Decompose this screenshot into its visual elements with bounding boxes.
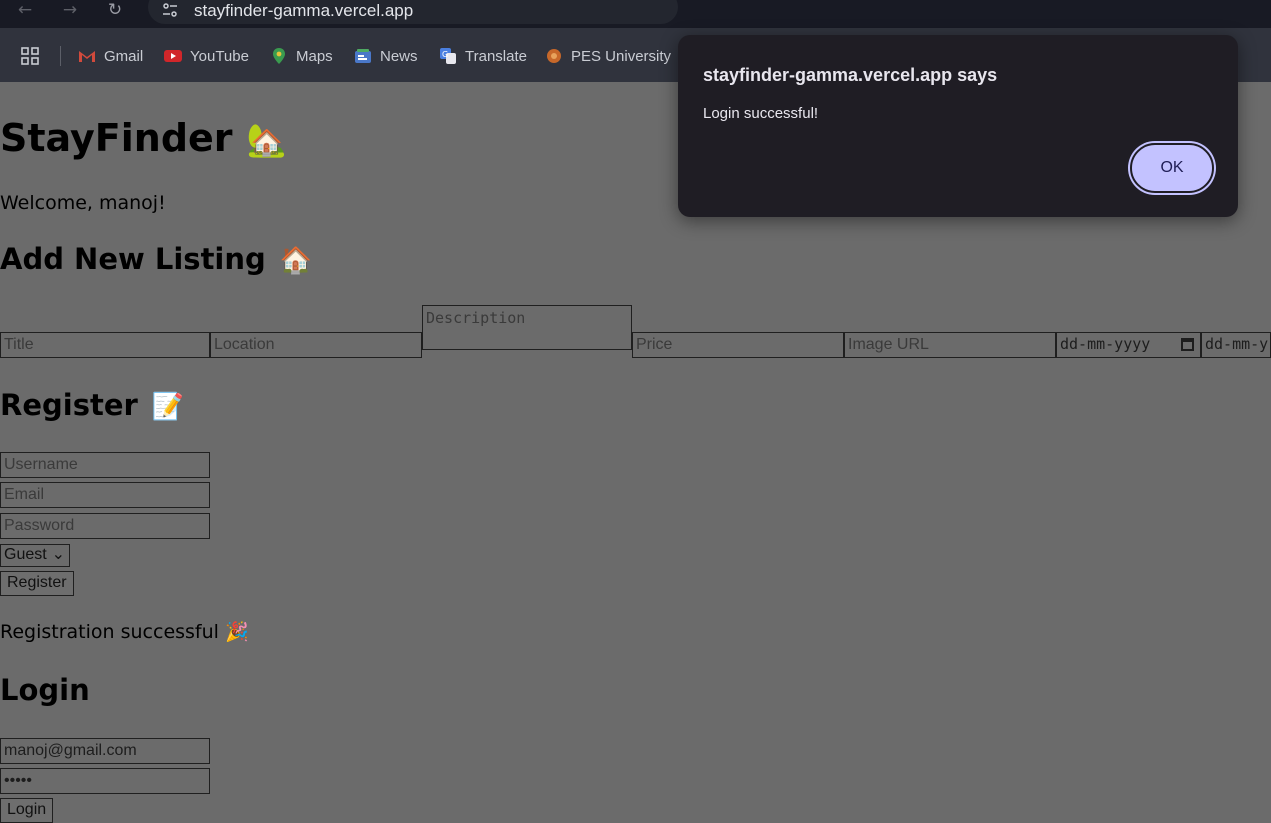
- role-select-value: Guest: [4, 546, 47, 563]
- calendar-icon[interactable]: [1181, 338, 1194, 351]
- date-placeholder: dd-mm-yyyy: [1060, 335, 1151, 353]
- login-heading: Login: [0, 673, 90, 707]
- brand-name: StayFinder: [0, 116, 233, 160]
- email-input[interactable]: Email: [0, 482, 210, 508]
- register-heading-text: Register: [0, 388, 138, 422]
- login-button[interactable]: Login: [0, 798, 54, 823]
- image-url-input[interactable]: Image URL: [844, 332, 1056, 358]
- register-heading: Register 📝: [0, 388, 184, 424]
- bookmarks-separator: [60, 46, 61, 66]
- memo-icon: 📝: [151, 392, 185, 422]
- news-icon: [355, 49, 371, 63]
- available-to-date[interactable]: dd-mm-y: [1201, 332, 1271, 358]
- alert-dialog: stayfinder-gamma.vercel.app says Login s…: [678, 35, 1238, 217]
- translate-icon: G: [440, 48, 456, 64]
- bookmark-label: Gmail: [104, 47, 144, 65]
- dialog-title: stayfinder-gamma.vercel.app says: [703, 65, 998, 85]
- welcome-message: Welcome, manoj!: [0, 192, 166, 214]
- chevron-down-icon: ⌄: [51, 546, 65, 563]
- bookmark-label: News: [380, 47, 418, 65]
- price-input[interactable]: Price: [632, 332, 844, 358]
- bookmark-label: Maps: [296, 47, 333, 65]
- house-icon: 🏠: [279, 246, 313, 276]
- bookmark-pes-university[interactable]: PES University: [545, 46, 671, 66]
- password-input[interactable]: Password: [0, 513, 210, 539]
- page-title: StayFinder 🏡: [0, 116, 286, 162]
- svg-text:G: G: [442, 50, 448, 59]
- login-password-input[interactable]: •••••: [0, 768, 210, 794]
- forward-icon[interactable]: →: [59, 0, 81, 22]
- pes-university-icon: [547, 49, 561, 63]
- bookmark-label: PES University: [571, 47, 672, 65]
- apps-grid-icon[interactable]: [21, 47, 39, 65]
- bookmark-label: Translate: [465, 47, 527, 65]
- house-with-garden-icon: 🏡: [246, 121, 287, 159]
- available-from-date[interactable]: dd-mm-yyyy: [1056, 332, 1201, 358]
- bookmark-label: YouTube: [190, 47, 249, 65]
- role-select[interactable]: Guest ⌄: [0, 544, 70, 567]
- register-button[interactable]: Register: [0, 571, 74, 596]
- description-placeholder: Description: [426, 309, 526, 327]
- location-input[interactable]: Location: [210, 332, 422, 358]
- title-input[interactable]: Title: [0, 332, 210, 358]
- login-email-input[interactable]: manoj@gmail.com: [0, 738, 210, 764]
- site-settings-icon[interactable]: [162, 2, 178, 18]
- bookmark-news[interactable]: News: [354, 46, 418, 66]
- date-placeholder: dd-mm-y: [1205, 335, 1269, 353]
- url-text[interactable]: stayfinder-gamma.vercel.app: [194, 1, 413, 21]
- back-icon[interactable]: ←: [14, 0, 36, 22]
- maps-icon: [273, 48, 285, 64]
- ok-button[interactable]: OK: [1130, 143, 1214, 193]
- registration-status: Registration successful 🎉: [0, 621, 249, 643]
- bookmark-translate[interactable]: G Translate: [439, 46, 527, 66]
- add-listing-heading: Add New Listing 🏠: [0, 242, 312, 278]
- add-listing-heading-text: Add New Listing: [0, 242, 266, 276]
- youtube-icon: [164, 50, 182, 62]
- gmail-icon: [79, 51, 95, 62]
- reload-icon[interactable]: ↻: [104, 0, 126, 22]
- browser-toolbar: ← → ↻ stayfinder-gamma.vercel.app: [0, 0, 1271, 28]
- bookmark-youtube[interactable]: YouTube: [164, 46, 249, 66]
- username-input[interactable]: Username: [0, 452, 210, 478]
- bookmark-maps[interactable]: Maps: [270, 46, 333, 66]
- description-textarea[interactable]: Description: [422, 305, 632, 350]
- bookmark-gmail[interactable]: Gmail: [78, 46, 143, 66]
- dialog-message: Login successful!: [703, 105, 819, 122]
